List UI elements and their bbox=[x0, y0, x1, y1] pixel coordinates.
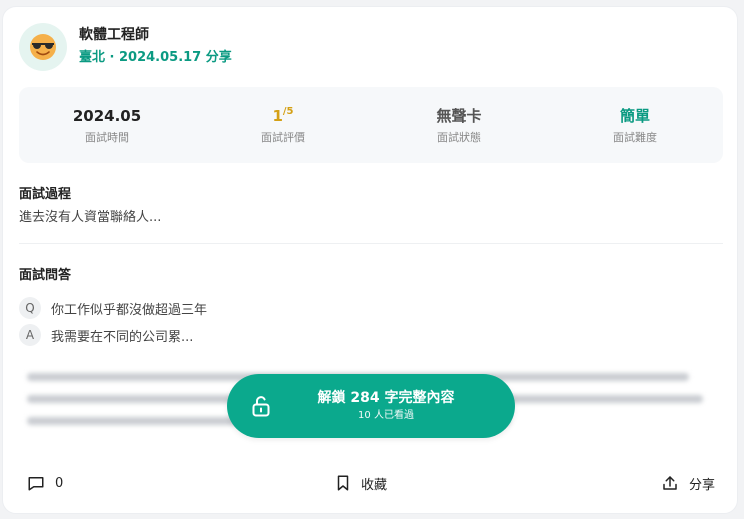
smiling-face-with-sunglasses-icon bbox=[30, 34, 56, 60]
qa-title: 面試問答 bbox=[19, 268, 72, 283]
stat-difficulty-value: 簡單 bbox=[619, 107, 650, 125]
stats-panel: 2024.05 面試時間 1/5 面試評價 無聲卡 面試狀態 簡單 面試難度 bbox=[19, 87, 723, 163]
interview-card: 軟體工程師 臺北 · 2024.05.17 分享 2024.05 面試時間 1/… bbox=[2, 6, 738, 514]
location-date: 臺北 · 2024.05.17 分享 bbox=[79, 50, 232, 65]
stat-rating-value: 1/5 bbox=[272, 105, 293, 127]
save-button[interactable]: 收藏 bbox=[335, 463, 387, 503]
bookmark-icon bbox=[337, 475, 349, 491]
stat-rating-label: 面試評價 bbox=[261, 131, 305, 144]
answer-text: 我需要在不同的公司累... bbox=[51, 329, 194, 345]
unlock-button[interactable]: 解鎖 284 字完整內容 10 人已看過 bbox=[227, 374, 515, 438]
unlock-sub-label: 10 人已看過 bbox=[358, 410, 414, 421]
process-text: 進去沒有人資當聯絡人... bbox=[19, 210, 162, 225]
unlock-label: 解鎖 284 字完整內容 bbox=[317, 390, 455, 406]
stat-difficulty-label: 面試難度 bbox=[613, 131, 657, 144]
share-icon bbox=[663, 476, 677, 490]
header-text: 軟體工程師 臺北 · 2024.05.17 分享 bbox=[79, 25, 232, 69]
comment-count: 0 bbox=[55, 475, 64, 491]
stat-status-value: 無聲卡 bbox=[436, 107, 482, 125]
stat-date: 2024.05 面試時間 bbox=[19, 87, 195, 163]
stat-difficulty: 簡單 面試難度 bbox=[547, 87, 723, 163]
job-title[interactable]: 軟體工程師 bbox=[79, 25, 232, 45]
share-button[interactable]: 分享 bbox=[661, 463, 715, 503]
stat-status-label: 面試狀態 bbox=[437, 131, 481, 144]
rating-score: 1 bbox=[272, 107, 283, 125]
comment-button[interactable]: 0 bbox=[27, 463, 63, 503]
unlock-icon bbox=[252, 396, 270, 417]
process-title: 面試過程 bbox=[19, 187, 72, 202]
stat-date-value: 2024.05 bbox=[72, 107, 142, 125]
card-footer: 0 收藏 分享 bbox=[3, 463, 739, 503]
question-badge: Q bbox=[19, 297, 41, 319]
comment-icon bbox=[28, 477, 44, 491]
card-header: 軟體工程師 臺北 · 2024.05.17 分享 bbox=[19, 23, 232, 71]
question-text: 你工作似乎都沒做超過三年 bbox=[51, 302, 208, 318]
rating-max: /5 bbox=[282, 106, 294, 117]
stat-date-label: 面試時間 bbox=[85, 131, 129, 144]
answer-badge: A bbox=[19, 324, 41, 346]
qa-question: Q 你工作似乎都沒做超過三年 bbox=[19, 297, 207, 319]
share-label: 分享 bbox=[689, 477, 716, 493]
stat-rating: 1/5 面試評價 bbox=[195, 87, 371, 163]
avatar bbox=[19, 23, 67, 71]
stat-status: 無聲卡 面試狀態 bbox=[371, 87, 547, 163]
divider bbox=[19, 243, 723, 244]
save-label: 收藏 bbox=[361, 477, 388, 493]
qa-answer: A 我需要在不同的公司累... bbox=[19, 324, 193, 346]
unlock-text: 解鎖 284 字完整內容 10 人已看過 bbox=[293, 388, 515, 424]
